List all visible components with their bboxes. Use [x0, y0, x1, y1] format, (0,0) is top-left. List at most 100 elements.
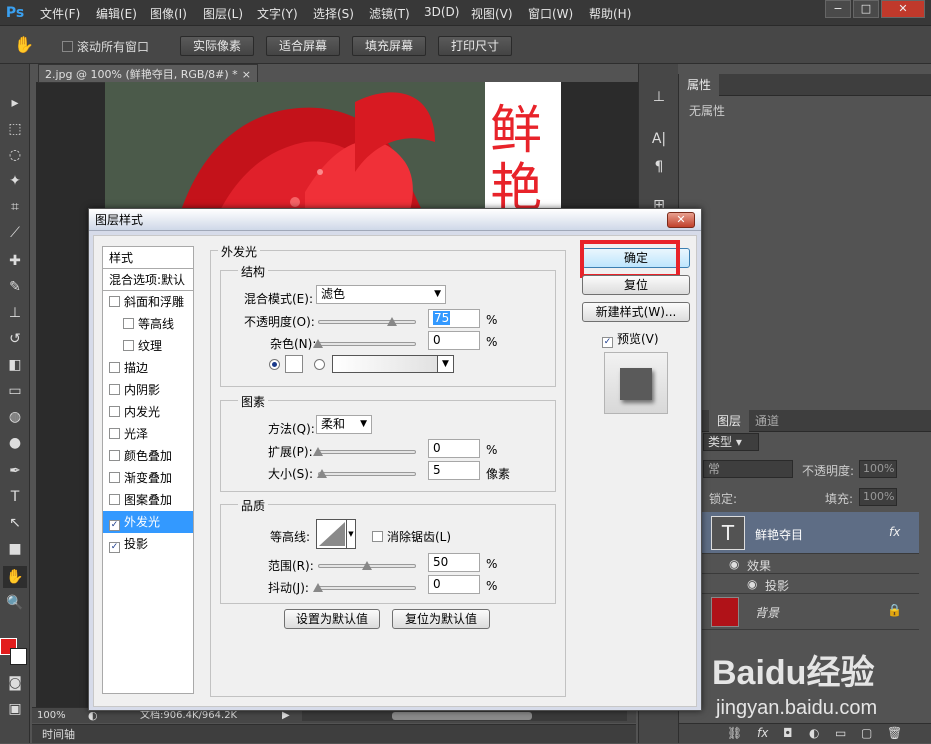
style-item-stroke[interactable]: 描边	[103, 357, 193, 379]
history-panel-icon[interactable]: ⊥	[647, 86, 671, 108]
background-color-swatch[interactable]	[10, 648, 27, 665]
menu-layer[interactable]: 图层(L)	[203, 5, 243, 22]
layer-row-background[interactable]: 背景 🔒	[679, 594, 919, 630]
checkbox-icon[interactable]: ✓	[109, 520, 120, 531]
contour-picker[interactable]: ▼	[316, 519, 356, 549]
maximize-button[interactable]: □	[853, 0, 879, 18]
jitter-field[interactable]: 0	[428, 575, 480, 594]
new-style-button[interactable]: 新建样式(W)...	[582, 302, 690, 322]
spread-slider-thumb[interactable]	[313, 447, 323, 456]
style-item-gradient-overlay[interactable]: 渐变叠加	[103, 467, 193, 489]
dodge-tool-icon[interactable]: ●	[3, 432, 27, 454]
hand-tool-icon[interactable]: ✋	[3, 566, 27, 588]
layer-effect-drop-shadow[interactable]: ◉ 投影	[679, 574, 919, 594]
opacity-slider[interactable]	[318, 320, 416, 324]
adjustment-layer-icon[interactable]: ◐	[809, 726, 819, 740]
checkbox-icon[interactable]	[372, 531, 383, 542]
checkbox-icon[interactable]	[109, 494, 120, 505]
eyedropper-icon[interactable]: ⟋	[3, 222, 27, 244]
style-item-outer-glow[interactable]: ✓ 外发光	[103, 511, 193, 533]
layer-row-text[interactable]: T 鲜艳夺目 fx	[679, 512, 919, 554]
hand-tool-icon[interactable]: ✋	[14, 35, 34, 54]
checkbox-icon[interactable]	[109, 450, 120, 461]
opacity-slider-thumb[interactable]	[386, 317, 397, 326]
character-panel-icon[interactable]: A|	[647, 128, 671, 150]
pen-tool-icon[interactable]: ✒	[3, 460, 27, 482]
menu-help[interactable]: 帮助(H)	[589, 5, 631, 22]
layer-name[interactable]: 鲜艳夺目	[755, 526, 803, 543]
healing-brush-icon[interactable]: ✚	[3, 250, 27, 272]
noise-field[interactable]: 0	[428, 331, 480, 350]
clone-stamp-icon[interactable]: ⊥	[3, 302, 27, 324]
marquee-tool-icon[interactable]: ⬚	[3, 118, 27, 140]
scrollbar-thumb[interactable]	[392, 712, 532, 720]
menu-view[interactable]: 视图(V)	[471, 5, 513, 22]
fx-icon[interactable]: fx	[889, 525, 900, 539]
menu-type[interactable]: 文字(Y)	[257, 5, 298, 22]
fit-screen-button[interactable]: 适合屏幕	[266, 36, 340, 56]
move-tool-icon[interactable]: ▸	[3, 92, 27, 114]
jitter-slider[interactable]	[318, 586, 416, 590]
reset-default-button[interactable]: 复位为默认值	[392, 609, 490, 629]
style-item-texture[interactable]: 纹理	[103, 335, 193, 357]
menu-window[interactable]: 窗口(W)	[528, 5, 573, 22]
checkbox-icon[interactable]	[109, 428, 120, 439]
size-slider-thumb[interactable]	[316, 469, 327, 478]
menu-edit[interactable]: 编辑(E)	[96, 5, 137, 22]
shape-tool-icon[interactable]: ■	[3, 538, 27, 560]
quick-mask-icon[interactable]: ◙	[3, 672, 27, 694]
noise-slider[interactable]	[318, 342, 416, 346]
link-layers-icon[interactable]: ⛓	[727, 726, 742, 740]
blur-tool-icon[interactable]: ◍	[3, 406, 27, 428]
actual-pixels-button[interactable]: 实际像素	[180, 36, 254, 56]
style-item-contour[interactable]: 等高线	[103, 313, 193, 335]
cancel-button[interactable]: 复位	[582, 275, 690, 295]
style-item-satin[interactable]: 光泽	[103, 423, 193, 445]
checkbox-icon[interactable]	[109, 472, 120, 483]
zoom-tool-icon[interactable]: 🔍	[3, 592, 27, 614]
layer-effects-row[interactable]: ◉ 效果	[679, 554, 919, 574]
spread-slider[interactable]	[318, 450, 416, 454]
glow-color-swatch[interactable]	[285, 355, 303, 373]
dialog-close-button[interactable]: ✕	[667, 212, 695, 228]
horizontal-scrollbar[interactable]	[302, 711, 627, 721]
menu-3d[interactable]: 3D(D)	[424, 5, 459, 19]
range-field[interactable]: 50	[428, 553, 480, 572]
layer-opacity-field[interactable]: 100%	[859, 460, 897, 478]
close-window-button[interactable]: ✕	[881, 0, 925, 18]
gradient-picker[interactable]: ▼	[332, 355, 454, 373]
history-brush-icon[interactable]: ↺	[3, 328, 27, 350]
zoom-level[interactable]: 100%	[37, 708, 66, 724]
color-radio[interactable]	[269, 359, 280, 370]
crop-tool-icon[interactable]: ⌗	[3, 196, 27, 218]
gradient-radio[interactable]	[314, 359, 325, 370]
dialog-titlebar[interactable]: 图层样式	[89, 209, 701, 231]
noise-slider-thumb[interactable]	[313, 339, 323, 348]
opacity-field[interactable]: 75	[428, 309, 480, 328]
checkbox-icon[interactable]	[109, 384, 120, 395]
make-default-button[interactable]: 设置为默认值	[284, 609, 380, 629]
style-item-pattern-overlay[interactable]: 图案叠加	[103, 489, 193, 511]
blend-mode-select[interactable]: 常	[703, 460, 793, 478]
technique-dropdown[interactable]: 柔和 ▼	[316, 415, 372, 434]
size-slider[interactable]	[318, 472, 416, 476]
menu-file[interactable]: 文件(F)	[40, 5, 80, 22]
checkbox-icon[interactable]	[123, 318, 134, 329]
checkbox-icon[interactable]	[109, 362, 120, 373]
range-slider-thumb[interactable]	[362, 561, 372, 570]
gradient-tool-icon[interactable]: ▭	[3, 380, 27, 402]
layer-filter-select[interactable]: 类型 ▾	[703, 433, 759, 451]
tab-layers[interactable]: 图层	[709, 410, 750, 432]
jitter-slider-thumb[interactable]	[313, 583, 323, 592]
add-mask-icon[interactable]: ◘	[783, 726, 793, 740]
add-style-icon[interactable]: fx	[757, 726, 768, 740]
spread-field[interactable]: 0	[428, 439, 480, 458]
magic-wand-icon[interactable]: ✦	[3, 170, 27, 192]
fill-screen-button[interactable]: 填充屏幕	[352, 36, 426, 56]
style-item-bevel[interactable]: 斜面和浮雕	[103, 291, 193, 313]
minimize-button[interactable]: −	[825, 0, 851, 18]
eye-icon[interactable]: ◉	[747, 577, 757, 591]
menu-select[interactable]: 选择(S)	[313, 5, 354, 22]
tab-channels[interactable]: 通道	[747, 410, 787, 432]
antialias-checkbox[interactable]: 消除锯齿(L)	[372, 528, 451, 545]
